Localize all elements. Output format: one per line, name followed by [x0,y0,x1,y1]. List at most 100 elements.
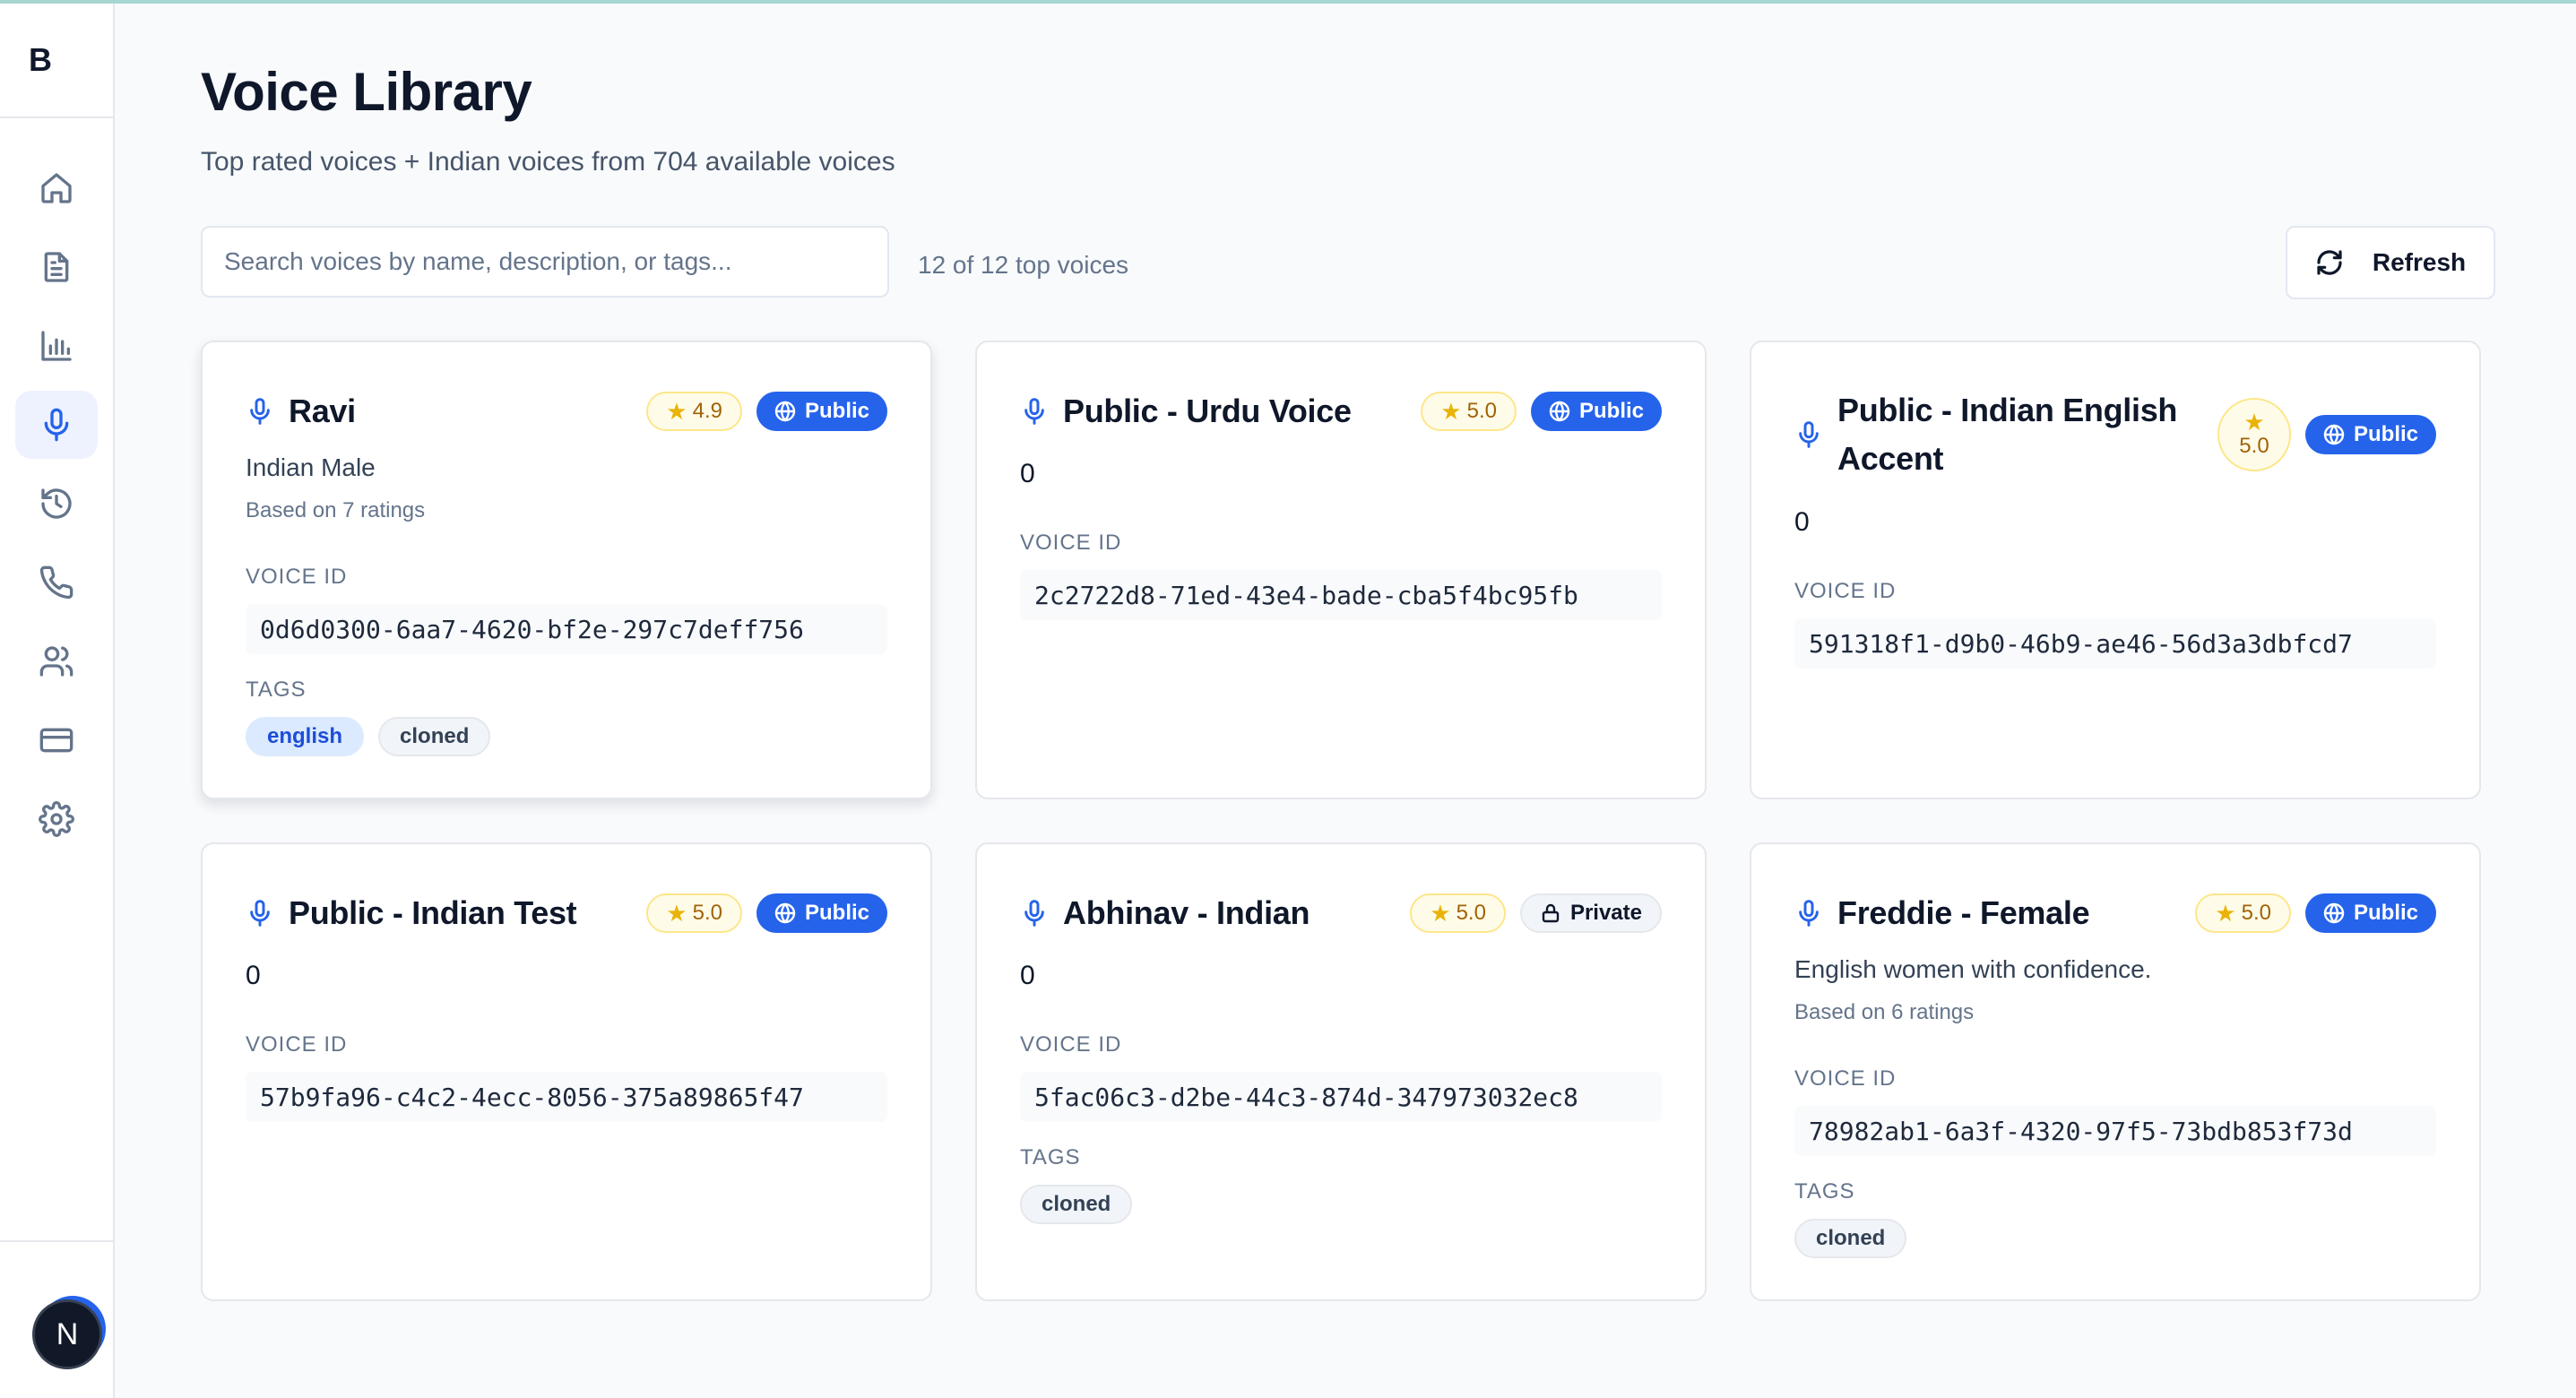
sidebar-item-home[interactable] [15,154,98,222]
tag[interactable]: cloned [1020,1185,1133,1224]
visibility-badge: Public [756,392,887,431]
voice-name: Public - Urdu Voice [1063,393,1352,429]
voice-description: 0 [1794,507,1810,537]
voice-count: 12 of 12 top voices [918,251,1129,279]
tag[interactable]: cloned [378,717,491,756]
sidebar-item-analytics[interactable] [15,312,98,380]
voice-name: Freddie - Female [1837,894,2090,931]
voice-description: Indian Male [246,453,376,481]
microphone-icon [246,899,274,928]
sidebar-item-documents[interactable] [15,233,98,301]
sidebar-item-calls[interactable] [15,548,98,617]
voice-id-value[interactable]: 591318f1-d9b0-46b9-ae46-56d3a3dbfcd7 [1794,618,2436,669]
voice-id-label: VOICE ID [1794,579,1897,603]
voice-description: 0 [246,961,261,990]
rating-badge: ★ 5.0 [1421,392,1517,431]
visibility-badge: Public [1530,392,1662,431]
voice-id-value[interactable]: 2c2722d8-71ed-43e4-bade-cba5f4bc95fb [1020,570,1662,620]
lock-icon [1542,903,1560,923]
microphone-icon [1020,899,1049,928]
star-icon: ★ [666,398,687,425]
tag[interactable]: english [246,717,365,756]
phone-icon [39,565,73,600]
sidebar-item-history[interactable] [15,470,98,538]
globe-icon [774,902,796,924]
voice-id-value[interactable]: 0d6d0300-6aa7-4620-bf2e-297c7deff756 [246,604,887,654]
voice-card[interactable]: Public - Indian English Accent ★ 5.0 Publ… [1750,341,2481,799]
visibility-badge: Private [1519,893,1662,933]
voice-description: 0 [1020,961,1035,990]
globe-icon [774,401,796,422]
voice-id-label: VOICE ID [246,565,348,589]
rating-badge: ★ 4.9 [646,392,742,431]
history-icon [41,488,72,519]
visibility-badge: Public [2304,893,2436,933]
star-icon: ★ [1430,900,1451,927]
page-subtitle: Top rated voices + Indian voices from 70… [201,147,895,177]
voice-id-label: VOICE ID [1020,1032,1122,1057]
sidebar-item-settings[interactable] [15,785,98,853]
search-input[interactable] [201,226,889,298]
voice-description: 0 [1020,459,1035,488]
bar-chart-icon [41,331,72,361]
voice-card[interactable]: Public - Indian Test ★ 5.0 Public 0 VOICE… [201,842,932,1301]
star-icon: ★ [666,900,687,927]
globe-icon [2323,424,2345,445]
voice-id-value[interactable]: 57b9fa96-c4c2-4ecc-8056-375a89865f47 [246,1072,887,1122]
home-icon [41,173,72,203]
voice-id-label: VOICE ID [1794,1066,1897,1091]
voice-card[interactable]: Public - Urdu Voice ★ 5.0 Public 0 VOICE … [975,341,1707,799]
sidebar-item-voices[interactable] [15,391,98,459]
microphone-icon [1020,397,1049,426]
voice-name: Public - Indian English Accent [1837,392,2178,477]
star-icon: ★ [2243,409,2265,436]
sidebar-item-billing[interactable] [15,706,98,774]
sidebar-nav [0,118,113,864]
tag-list: english cloned [246,717,887,756]
voice-id-value[interactable]: 5fac06c3-d2be-44c3-874d-347973032ec8 [1020,1072,1662,1122]
microphone-icon [1794,899,1823,928]
sidebar-item-users[interactable] [15,627,98,695]
voice-card[interactable]: Abhinav - Indian ★ 5.0 Private 0 VOICE ID… [975,842,1707,1301]
tag-list: cloned [1020,1185,1662,1224]
voice-card[interactable]: Freddie - Female ★ 5.0 Public English wom… [1750,842,2481,1301]
voice-description: English women with confidence. [1794,955,2152,983]
settings-icon [39,801,74,837]
tags-label: TAGS [1020,1145,1081,1169]
users-icon [39,646,73,677]
rating-badge: ★ 5.0 [646,893,742,933]
star-icon: ★ [1440,398,1462,425]
globe-icon [1549,401,1570,422]
document-icon [44,252,69,282]
ratings-note: Based on 7 ratings [246,498,426,522]
sidebar-footer: N [0,1240,113,1398]
ratings-note: Based on 6 ratings [1794,1000,1975,1024]
tags-label: TAGS [246,677,307,702]
microphone-icon [1794,420,1823,449]
voice-id-label: VOICE ID [246,1032,348,1057]
refresh-icon [2317,250,2342,275]
top-accent-line [0,0,2576,4]
voice-name: Ravi [289,393,356,429]
visibility-badge: Public [2304,415,2436,454]
credit-card-icon [39,728,73,753]
star-icon: ★ [2215,900,2236,927]
visibility-badge: Public [756,893,887,933]
sidebar: B N [0,4,115,1398]
page-title: Voice Library [201,62,532,122]
voice-card[interactable]: Ravi ★ 4.9 Public Indian Male Based on 7 … [201,341,932,799]
rating-badge: ★ 5.0 [2217,398,2291,471]
refresh-button[interactable]: Refresh [2286,226,2495,299]
voice-id-label: VOICE ID [1020,531,1122,555]
refresh-label: Refresh [2372,248,2467,276]
brand-logo[interactable]: B [0,4,113,118]
rating-badge: ★ 5.0 [2195,893,2291,933]
tag-list: cloned [1794,1219,2436,1258]
voice-id-value[interactable]: 78982ab1-6a3f-4320-97f5-73bdb853f73d [1794,1106,2436,1156]
voice-name: Public - Indian Test [289,894,577,931]
voice-name: Abhinav - Indian [1063,894,1310,931]
user-avatar[interactable]: N [32,1299,102,1369]
globe-icon [2323,902,2345,924]
tag[interactable]: cloned [1794,1219,1907,1258]
microphone-icon [246,397,274,426]
